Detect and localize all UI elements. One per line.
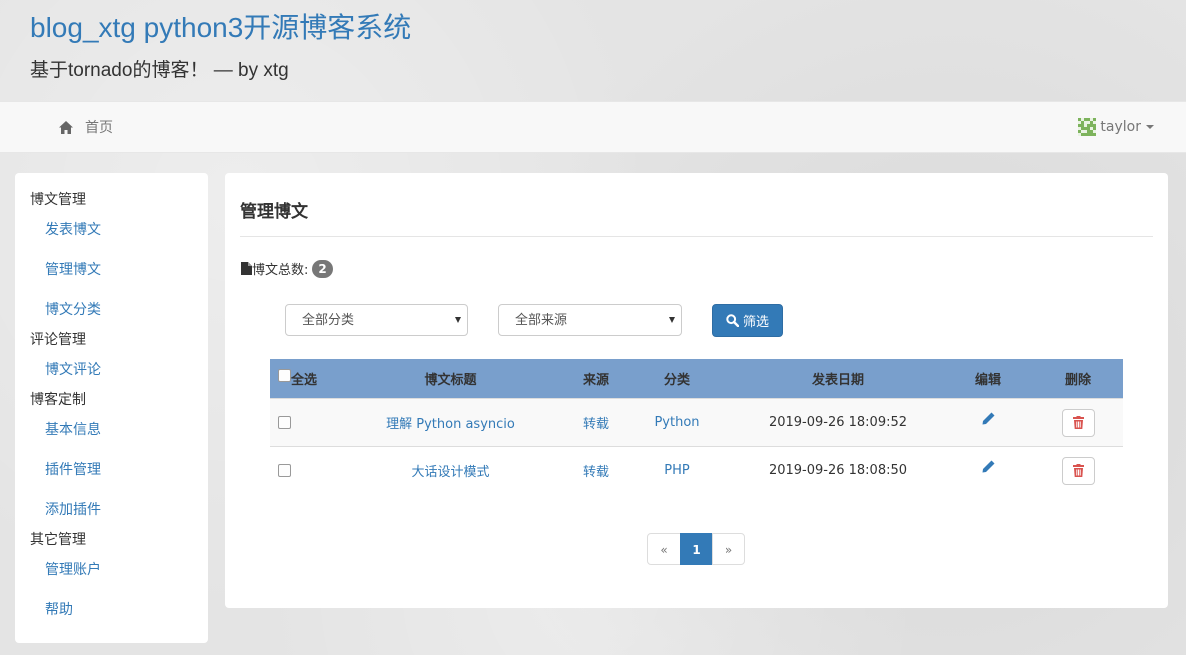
- delete-cell: [1033, 398, 1123, 447]
- sidebar-item-comments[interactable]: 博文评论: [45, 359, 101, 379]
- avatar: [1078, 118, 1097, 136]
- sidebar-item-basic-info[interactable]: 基本信息: [45, 419, 101, 439]
- post-title-link[interactable]: 理解 Python asyncio: [330, 398, 571, 447]
- dropdown-arrow-icon: [669, 317, 675, 323]
- filter-button[interactable]: 筛选: [712, 304, 783, 337]
- post-category-cell: Python: [621, 398, 733, 447]
- filter-button-label: 筛选: [742, 315, 769, 330]
- nav-home-link[interactable]: 首页: [58, 117, 113, 137]
- posts-table: 全选 博文标题 来源 分类 发表日期 编辑 删除 理解 Python async…: [270, 359, 1123, 494]
- sidebar-item-new-post[interactable]: 发表博文: [45, 219, 101, 239]
- caret-down-icon: [1146, 125, 1154, 129]
- sidebar-item-add-plugin[interactable]: 添加插件: [45, 499, 101, 519]
- pagination: « 1 »: [647, 533, 745, 565]
- pagination-prev[interactable]: «: [647, 533, 681, 565]
- page-title: 管理博文: [240, 202, 308, 222]
- file-icon: [241, 262, 252, 275]
- table-row: 理解 Python asyncio 转载 Python 2019-09-26 1…: [270, 398, 1123, 447]
- search-icon: [726, 314, 739, 327]
- sidebar-group-other: 其它管理: [30, 532, 86, 548]
- col-source: 来源: [571, 359, 621, 399]
- sidebar-item-help[interactable]: 帮助: [45, 599, 73, 619]
- site-subtitle: 基于tornado的博客！ — by xtg: [30, 60, 289, 81]
- post-source[interactable]: 转载: [583, 465, 609, 480]
- row-select-cell: [270, 398, 330, 447]
- source-select[interactable]: 全部来源: [498, 304, 682, 336]
- col-delete: 删除: [1033, 359, 1123, 399]
- post-date: 2019-09-26 18:08:50: [733, 446, 943, 494]
- col-date: 发表日期: [733, 359, 943, 399]
- pencil-icon[interactable]: [981, 459, 996, 474]
- sidebar-item-plugins[interactable]: 插件管理: [45, 459, 101, 479]
- home-icon: [59, 120, 73, 134]
- col-edit: 编辑: [943, 359, 1033, 399]
- post-count-badge: 2: [312, 259, 333, 278]
- trash-icon: [1072, 463, 1084, 477]
- col-category: 分类: [621, 359, 733, 399]
- user-name: taylor: [1100, 119, 1141, 135]
- post-category[interactable]: PHP: [664, 463, 689, 478]
- category-select-value: 全部分类: [302, 313, 355, 328]
- post-date: 2019-09-26 18:09:52: [733, 398, 943, 447]
- select-all-checkbox[interactable]: [278, 369, 291, 382]
- post-source-cell: 转载: [571, 398, 621, 447]
- col-title: 博文标题: [330, 359, 571, 399]
- table-header-row: 全选 博文标题 来源 分类 发表日期 编辑 删除: [270, 359, 1123, 399]
- pagination-current[interactable]: 1: [680, 533, 713, 565]
- delete-cell: [1033, 446, 1123, 494]
- nav-home-label: 首页: [85, 120, 113, 136]
- category-select[interactable]: 全部分类: [285, 304, 468, 336]
- post-title-link[interactable]: 大话设计模式: [330, 446, 571, 494]
- divider: [240, 236, 1153, 237]
- post-category[interactable]: Python: [654, 415, 699, 430]
- dropdown-arrow-icon: [455, 317, 461, 323]
- post-count-label: 博文总数:: [252, 263, 309, 278]
- delete-button[interactable]: [1061, 456, 1095, 485]
- delete-button[interactable]: [1061, 408, 1095, 437]
- post-category-cell: PHP: [621, 446, 733, 494]
- source-select-value: 全部来源: [515, 313, 568, 328]
- row-select-cell: [270, 446, 330, 494]
- edit-cell: [943, 398, 1033, 447]
- select-all-header[interactable]: 全选: [270, 359, 330, 399]
- sidebar: 博文管理 发表博文 管理博文 博文分类 评论管理 博文评论 博客定制 基本信息 …: [15, 173, 208, 643]
- navbar: 首页 taylor: [0, 101, 1186, 153]
- sidebar-item-categories[interactable]: 博文分类: [45, 299, 101, 319]
- post-count: 博文总数: 2: [241, 259, 333, 278]
- pencil-icon[interactable]: [981, 411, 996, 426]
- edit-cell: [943, 446, 1033, 494]
- trash-icon: [1072, 415, 1084, 429]
- post-source[interactable]: 转载: [583, 417, 609, 432]
- post-title[interactable]: 理解 Python asyncio: [386, 417, 515, 432]
- row-checkbox[interactable]: [278, 464, 291, 477]
- site-title: blog_xtg python3开源博客系统: [30, 12, 412, 43]
- sidebar-item-account[interactable]: 管理账户: [45, 559, 101, 579]
- sidebar-group-comments: 评论管理: [30, 332, 86, 348]
- sidebar-item-manage-posts[interactable]: 管理博文: [45, 259, 101, 279]
- row-checkbox[interactable]: [278, 416, 291, 429]
- pagination-next[interactable]: »: [712, 533, 745, 565]
- main-panel: 管理博文 博文总数: 2 全部分类 全部来源 筛选 全选 博文标题 来源 分类 …: [225, 173, 1168, 608]
- sidebar-group-custom: 博客定制: [30, 392, 86, 408]
- post-source-cell: 转载: [571, 446, 621, 494]
- post-title[interactable]: 大话设计模式: [411, 465, 489, 480]
- table-row: 大话设计模式 转载 PHP 2019-09-26 18:08:50: [270, 446, 1123, 494]
- sidebar-group-posts: 博文管理: [30, 192, 86, 208]
- select-all-label: 全选: [291, 373, 318, 388]
- user-menu[interactable]: taylor: [1078, 118, 1154, 136]
